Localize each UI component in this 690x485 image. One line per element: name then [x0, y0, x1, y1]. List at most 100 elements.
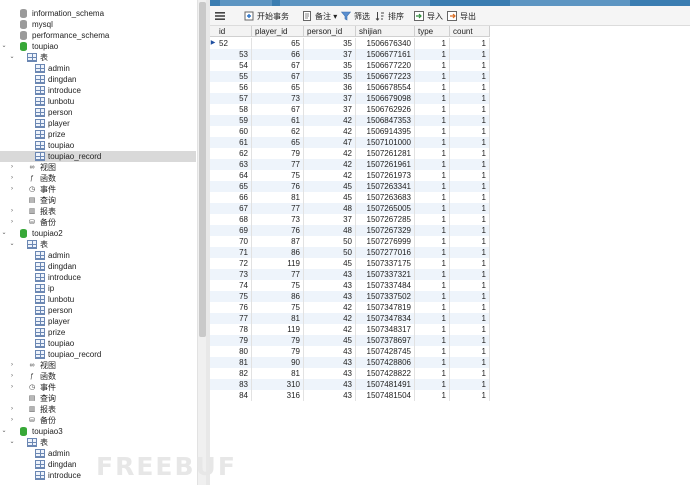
grid-cell[interactable]: 82 — [216, 368, 252, 379]
grid-cell[interactable]: 42 — [304, 313, 356, 324]
grid-cell[interactable]: 1 — [450, 104, 490, 115]
grid-cell[interactable]: 42 — [304, 170, 356, 181]
table-row[interactable]: 76 75 42 1507347819 1 1 — [210, 302, 490, 313]
grid-cell[interactable]: 67 — [252, 60, 304, 71]
tree-item[interactable]: ⌄ toupiao3 — [0, 426, 196, 437]
table-row[interactable]: 61 65 47 1507101000 1 1 — [210, 137, 490, 148]
tree-item[interactable]: ⌄ toupiao — [0, 41, 196, 52]
grid-cell[interactable]: 1507337502 — [356, 291, 415, 302]
grid-cell[interactable]: 70 — [216, 236, 252, 247]
grid-cell[interactable]: 1506762926 — [356, 104, 415, 115]
chevron-right-icon[interactable]: › — [8, 371, 16, 382]
grid-cell[interactable]: 1507347819 — [356, 302, 415, 313]
grid-cell[interactable]: 1506679098 — [356, 93, 415, 104]
grid-cell[interactable]: 1 — [450, 192, 490, 203]
grid-cell[interactable]: 54 — [216, 60, 252, 71]
grid-cell[interactable]: 1 — [415, 170, 450, 181]
grid-cell[interactable]: 1 — [415, 104, 450, 115]
tree-scrollbar[interactable] — [197, 0, 206, 485]
grid-cell[interactable]: 68 — [216, 214, 252, 225]
tree-item[interactable]: person — [0, 107, 196, 118]
grid-cell[interactable]: 1 — [415, 390, 450, 401]
grid-cell[interactable]: 1 — [450, 115, 490, 126]
chevron-down-icon[interactable]: ⌄ — [0, 228, 8, 239]
grid-cell[interactable]: 1 — [450, 60, 490, 71]
tree-item[interactable]: introduce — [0, 85, 196, 96]
grid-cell[interactable]: 1507263683 — [356, 192, 415, 203]
table-row[interactable]: ▶ 52 65 35 1506676340 1 1 — [210, 38, 490, 49]
grid-cell[interactable]: 50 — [304, 236, 356, 247]
table-row[interactable]: 55 67 35 1506677223 1 1 — [210, 71, 490, 82]
grid-cell[interactable]: 48 — [304, 203, 356, 214]
chevron-down-icon[interactable]: ⌄ — [0, 41, 8, 52]
tree-item[interactable]: toupiao — [0, 338, 196, 349]
grid-cell[interactable]: 71 — [216, 247, 252, 258]
tree-item[interactable]: lunbotu — [0, 294, 196, 305]
grid-cell[interactable]: 1506677220 — [356, 60, 415, 71]
tree-item[interactable]: dingdan — [0, 261, 196, 272]
grid-cell[interactable]: 1507265005 — [356, 203, 415, 214]
grid-cell[interactable]: 81 — [252, 368, 304, 379]
grid-cell[interactable]: 1 — [415, 368, 450, 379]
grid-cell[interactable]: 1507337321 — [356, 269, 415, 280]
tree-item[interactable]: toupiao_record — [0, 151, 196, 162]
grid-cell[interactable]: 61 — [252, 115, 304, 126]
table-row[interactable]: 72 119 45 1507337175 1 1 — [210, 258, 490, 269]
grid-cell[interactable]: 35 — [304, 38, 356, 49]
tree-item[interactable]: player — [0, 316, 196, 327]
table-row[interactable]: 74 75 43 1507337484 1 1 — [210, 280, 490, 291]
grid-cell[interactable]: 1506914395 — [356, 126, 415, 137]
grid-cell[interactable]: 42 — [304, 148, 356, 159]
grid-cell[interactable]: 1 — [450, 269, 490, 280]
grid-cell[interactable]: 1 — [415, 126, 450, 137]
grid-cell[interactable]: 1 — [450, 71, 490, 82]
grid-cell[interactable]: 1 — [450, 236, 490, 247]
grid-cell[interactable]: 1 — [415, 82, 450, 93]
grid-cell[interactable]: 1 — [450, 313, 490, 324]
grid-cell[interactable]: 60 — [216, 126, 252, 137]
grid-cell[interactable]: 79 — [252, 346, 304, 357]
grid-cell[interactable]: 45 — [304, 192, 356, 203]
tree-item[interactable]: › ▥ 报表 — [0, 206, 196, 217]
grid-cell[interactable]: 37 — [304, 214, 356, 225]
grid-cell[interactable]: 1506678554 — [356, 82, 415, 93]
grid-cell[interactable]: 1 — [450, 258, 490, 269]
grid-cell[interactable]: 36 — [304, 82, 356, 93]
table-row[interactable]: 57 73 37 1506679098 1 1 — [210, 93, 490, 104]
table-row[interactable]: 67 77 48 1507265005 1 1 — [210, 203, 490, 214]
grid-cell[interactable]: 1 — [450, 214, 490, 225]
table-row[interactable]: 78 119 42 1507348317 1 1 — [210, 324, 490, 335]
grid-cell[interactable]: 45 — [304, 258, 356, 269]
grid-cell[interactable]: 43 — [304, 346, 356, 357]
grid-cell[interactable]: 45 — [304, 335, 356, 346]
grid-cell[interactable]: 1 — [450, 49, 490, 60]
filter-button[interactable]: 筛选 — [341, 10, 370, 23]
sort-button[interactable]: 排序 — [375, 10, 404, 23]
grid-cell[interactable]: 1507101000 — [356, 137, 415, 148]
grid-cell[interactable]: 1 — [415, 181, 450, 192]
column-header[interactable]: type — [415, 26, 450, 37]
grid-cell[interactable]: 1 — [450, 302, 490, 313]
table-row[interactable]: 77 81 42 1507347834 1 1 — [210, 313, 490, 324]
tree-item[interactable]: › ▥ 报表 — [0, 404, 196, 415]
tree-item[interactable]: performance_schema — [0, 30, 196, 41]
grid-cell[interactable]: 37 — [304, 104, 356, 115]
grid-cell[interactable]: 65 — [252, 38, 304, 49]
grid-cell[interactable]: 1 — [415, 313, 450, 324]
grid-cell[interactable]: 81 — [252, 313, 304, 324]
table-row[interactable]: 75 86 43 1507337502 1 1 — [210, 291, 490, 302]
grid-cell[interactable]: 65 — [252, 82, 304, 93]
tree-item[interactable]: dingdan — [0, 74, 196, 85]
grid-cell[interactable]: 1507428822 — [356, 368, 415, 379]
grid-cell[interactable]: 119 — [252, 324, 304, 335]
chevron-right-icon[interactable]: › — [8, 360, 16, 371]
grid-cell[interactable]: 1 — [415, 93, 450, 104]
grid-cell[interactable]: 119 — [252, 258, 304, 269]
grid-cell[interactable]: 1 — [415, 159, 450, 170]
tree-item[interactable]: ⌄ 表 — [0, 52, 196, 63]
tree-item[interactable]: › ƒ 函数 — [0, 371, 196, 382]
grid-cell[interactable]: 86 — [252, 291, 304, 302]
table-row[interactable]: 56 65 36 1506678554 1 1 — [210, 82, 490, 93]
grid-cell[interactable]: 1 — [415, 335, 450, 346]
table-row[interactable]: 64 75 42 1507261973 1 1 — [210, 170, 490, 181]
